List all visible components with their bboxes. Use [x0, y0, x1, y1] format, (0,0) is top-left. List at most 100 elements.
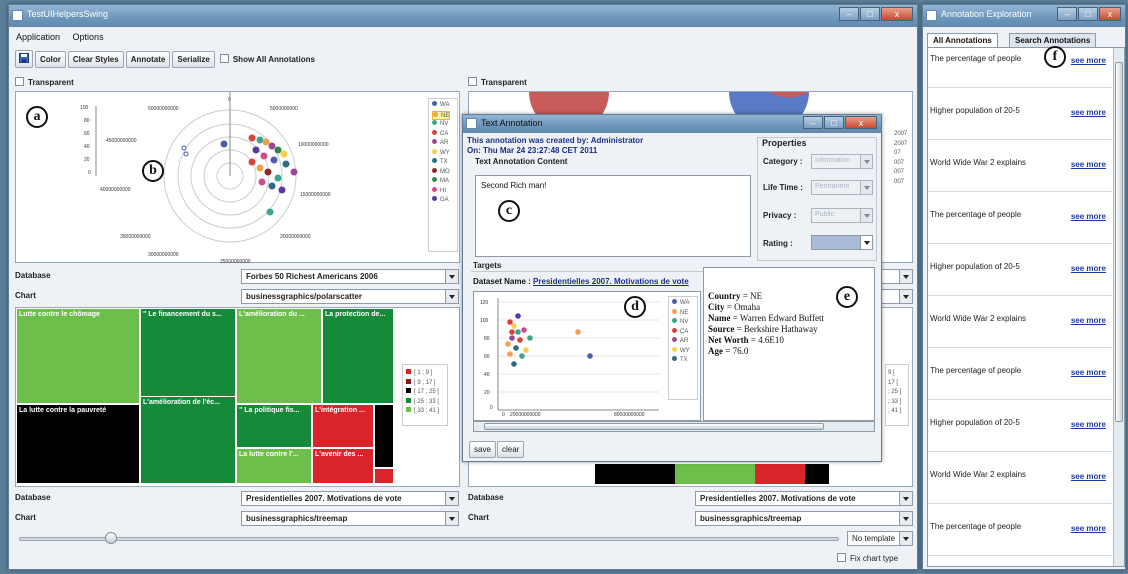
category-combo[interactable]: Information: [811, 154, 873, 169]
list-item[interactable]: The percentage of people see more: [928, 504, 1112, 556]
legend-item[interactable]: WY: [432, 148, 450, 159]
database-combo-top-right[interactable]: [877, 269, 913, 284]
legend-item[interactable]: 9 [: [888, 369, 901, 379]
minimize-icon[interactable]: –: [803, 116, 823, 129]
chart-combo-top-right[interactable]: [877, 289, 913, 304]
list-item[interactable]: Higher population of 20-5 see more: [928, 244, 1112, 296]
dataset-name-link[interactable]: Presidentielles 2007. Motivations de vot…: [533, 277, 689, 286]
clear-styles-button[interactable]: Clear Styles: [67, 50, 124, 68]
legend-item[interactable]: HI: [432, 186, 450, 197]
serialize-button[interactable]: Serialize: [172, 50, 215, 68]
treemap-cell-small[interactable]: [374, 468, 394, 484]
tab-all-annotations[interactable]: All Annotations: [927, 33, 998, 47]
see-more-link[interactable]: see more: [1071, 212, 1106, 221]
tab-search-annotations[interactable]: Search Annotations: [1009, 33, 1097, 47]
treemap-cell[interactable]: [675, 464, 755, 484]
treemap-cell[interactable]: [805, 464, 829, 484]
list-item[interactable]: Higher population of 20-5 see more: [928, 88, 1112, 140]
legend-item[interactable]: ; 33 [: [888, 398, 901, 408]
list-item[interactable]: World Wide War 2 explains see more: [928, 296, 1112, 348]
legend-item[interactable]: NE: [672, 308, 690, 319]
target-scatter-panel[interactable]: 120 100 80 60 40 20 0 0 20000000000 8000…: [473, 291, 701, 421]
see-more-link[interactable]: see more: [1071, 316, 1106, 325]
treemap-panel[interactable]: Lutte contre le chômage " Le financement…: [15, 307, 460, 487]
fix-chart-type-checkbox[interactable]: Fix chart type: [837, 553, 898, 563]
menu-application[interactable]: Application: [16, 32, 60, 42]
database-combo-bottom-right[interactable]: Presidentielles 2007. Motivations de vot…: [695, 491, 913, 506]
treemap-cell[interactable]: L'intégration ...: [312, 404, 374, 448]
vertical-scrollbar[interactable]: [1113, 48, 1124, 566]
treemap-cell[interactable]: Lutte contre le chômage: [16, 308, 140, 404]
list-item[interactable]: Higher population of 20-5 see more: [928, 400, 1112, 452]
treemap-cell[interactable]: La lutte contre l'...: [236, 448, 312, 484]
transparent-checkbox-right[interactable]: Transparent: [468, 77, 527, 87]
database-combo-top-left[interactable]: Forbes 50 Richest Americans 2006: [241, 269, 459, 284]
scrollbar-thumb[interactable]: [1115, 62, 1123, 422]
show-all-annotations-checkbox[interactable]: Show All Annotations: [219, 54, 315, 64]
legend-item[interactable]: NV: [432, 120, 450, 130]
legend-item[interactable]: CA: [432, 129, 450, 140]
maximize-icon[interactable]: □: [860, 7, 880, 21]
treemap-cell[interactable]: " Le financement du s...: [140, 308, 236, 404]
clear-button[interactable]: clear: [497, 441, 525, 458]
treemap-cell[interactable]: La protection de...: [322, 308, 394, 404]
legend-item[interactable]: [ 25 ; 33 [: [406, 397, 439, 408]
minimize-icon[interactable]: –: [1057, 7, 1077, 21]
close-icon[interactable]: x: [881, 7, 913, 21]
save-icon[interactable]: [15, 50, 33, 68]
legend-item[interactable]: WA: [672, 299, 690, 309]
see-more-link[interactable]: see more: [1071, 264, 1106, 273]
chart-combo-bottom-right[interactable]: businessgraphics/treemap: [695, 511, 913, 526]
transparent-checkbox-left[interactable]: Transparent: [15, 77, 74, 87]
legend-item[interactable]: ; 25 [: [888, 388, 901, 398]
list-item[interactable]: The percentage of people see more: [928, 192, 1112, 244]
list-item[interactable]: The percentage of people see more: [928, 348, 1112, 400]
zoom-slider-thumb[interactable]: [105, 532, 117, 544]
treemap-cell[interactable]: La lutte contre la pauvreté: [16, 404, 140, 484]
see-more-link[interactable]: see more: [1071, 108, 1106, 117]
chart-combo-top-left[interactable]: businessgraphics/polarscatter: [241, 289, 459, 304]
rating-combo[interactable]: [811, 235, 873, 250]
menu-options[interactable]: Options: [73, 32, 104, 42]
legend-item[interactable]: [ 17 ; 25 [: [406, 388, 439, 398]
polar-chart-panel[interactable]: 100 80 60 40 20 0 0 5000000000 100000000…: [15, 91, 460, 265]
treemap-cell[interactable]: [755, 464, 805, 484]
legend-item[interactable]: NE: [432, 110, 451, 120]
legend-item[interactable]: AR: [672, 337, 690, 347]
scatter-points[interactable]: [505, 313, 593, 367]
list-item[interactable]: World Wide War 2 explains see more: [928, 140, 1112, 192]
legend-item[interactable]: MA: [432, 177, 450, 187]
legend-item[interactable]: NV: [672, 318, 690, 328]
see-more-link[interactable]: see more: [1071, 472, 1106, 481]
polar-points[interactable]: [181, 134, 298, 216]
list-item[interactable]: The percentage of people see more: [928, 48, 1112, 88]
privacy-combo[interactable]: Public: [811, 208, 873, 223]
see-more-link[interactable]: see more: [1071, 524, 1106, 533]
treemap-cell[interactable]: L'avenir des ...: [312, 448, 374, 484]
legend-item[interactable]: WY: [672, 346, 690, 357]
color-button[interactable]: Color: [35, 50, 66, 68]
see-more-link[interactable]: see more: [1071, 56, 1106, 65]
treemap-cell[interactable]: L'amélioration de l'éc...: [140, 396, 236, 484]
save-button[interactable]: save: [469, 441, 496, 458]
chart-combo-bottom-left[interactable]: businessgraphics/treemap: [241, 511, 459, 526]
see-more-link[interactable]: see more: [1071, 160, 1106, 169]
legend-item[interactable]: TX: [432, 158, 450, 168]
see-more-link[interactable]: see more: [1071, 368, 1106, 377]
treemap-cell[interactable]: [595, 464, 675, 484]
see-more-link[interactable]: see more: [1071, 420, 1106, 429]
treemap-cell-small[interactable]: [374, 404, 394, 468]
legend-item[interactable]: TX: [672, 356, 690, 366]
lifetime-combo[interactable]: Permanent: [811, 180, 873, 195]
legend-item[interactable]: [ 1 ; 9 [: [406, 369, 439, 379]
legend-item[interactable]: MO: [432, 167, 450, 178]
legend-item[interactable]: [ 9 ; 17 [: [406, 378, 439, 389]
legend-item[interactable]: WA: [432, 101, 450, 111]
maximize-icon[interactable]: □: [824, 116, 844, 129]
list-item[interactable]: World Wide War 2 explains see more: [928, 452, 1112, 504]
close-icon[interactable]: x: [1099, 7, 1121, 21]
zoom-slider-track[interactable]: [19, 537, 839, 541]
legend-item[interactable]: 17 [: [888, 379, 901, 389]
minimize-icon[interactable]: –: [839, 7, 859, 21]
maximize-icon[interactable]: □: [1078, 7, 1098, 21]
